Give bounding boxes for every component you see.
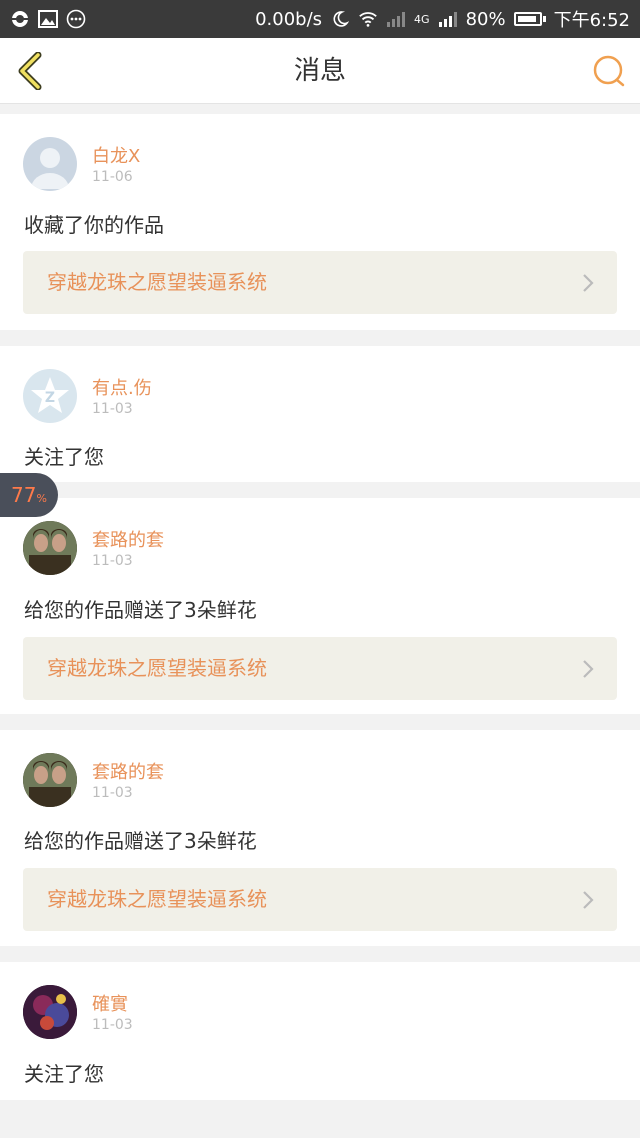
work-link[interactable]: 穿越龙珠之愿望装逼系统 bbox=[23, 637, 617, 700]
work-link[interactable]: 穿越龙珠之愿望装逼系统 bbox=[23, 868, 617, 931]
message-card[interactable]: 白龙X 11-06 收藏了你的作品 穿越龙珠之愿望装逼系统 bbox=[0, 114, 640, 330]
work-title: 穿越龙珠之愿望装逼系统 bbox=[47, 656, 267, 680]
message-date: 11-03 bbox=[92, 553, 133, 569]
page-title: 消息 bbox=[293, 56, 346, 86]
image-icon bbox=[38, 9, 58, 29]
user-name[interactable]: 套路的套 bbox=[92, 526, 164, 552]
message-card[interactable]: Z 有点.伤 11-03 关注了您 bbox=[0, 346, 640, 482]
user-name[interactable]: 白龙X bbox=[92, 142, 140, 168]
status-right: 0.00b/s 4G 80% 下午6:52 bbox=[255, 6, 630, 32]
battery-icon bbox=[513, 12, 546, 26]
user-name[interactable]: 套路的套 bbox=[92, 758, 164, 784]
signal-icon-sim1 bbox=[386, 9, 406, 29]
message-card[interactable]: 確實 11-03 关注了您 bbox=[0, 962, 640, 1100]
message-date: 11-03 bbox=[92, 785, 133, 801]
battery-percent: 80% bbox=[465, 8, 506, 30]
search-button[interactable] bbox=[592, 54, 626, 88]
work-title: 穿越龙珠之愿望装逼系统 bbox=[47, 270, 267, 294]
more-dots-icon bbox=[66, 9, 86, 29]
progress-unit: % bbox=[36, 492, 47, 505]
user-name[interactable]: 確實 bbox=[92, 990, 128, 1016]
app-notification-icon bbox=[10, 9, 30, 29]
floating-progress-badge[interactable]: 77% bbox=[0, 473, 58, 517]
message-text: 给您的作品赠送了3朵鲜花 bbox=[24, 598, 257, 622]
network-speed: 0.00b/s bbox=[255, 8, 323, 30]
anime-avatar[interactable] bbox=[23, 985, 77, 1039]
work-title: 穿越龙珠之愿望装逼系统 bbox=[47, 887, 267, 911]
status-left bbox=[10, 9, 86, 29]
photo-avatar[interactable] bbox=[23, 753, 77, 807]
work-link[interactable]: 穿越龙珠之愿望装逼系统 bbox=[23, 251, 617, 314]
message-text: 关注了您 bbox=[24, 445, 104, 469]
message-date: 11-03 bbox=[92, 1017, 133, 1033]
message-date: 11-06 bbox=[92, 169, 133, 185]
moon-icon bbox=[330, 9, 350, 29]
qzone-avatar[interactable]: Z bbox=[23, 369, 77, 423]
network-type: 4G bbox=[414, 12, 430, 26]
svg-text:Z: Z bbox=[45, 390, 55, 406]
chevron-right-icon bbox=[583, 660, 594, 678]
signal-icon bbox=[438, 9, 458, 29]
nav-bar: 消息 bbox=[0, 38, 640, 104]
clock: 下午6:52 bbox=[553, 10, 630, 31]
user-name[interactable]: 有点.伤 bbox=[92, 374, 152, 400]
message-text: 给您的作品赠送了3朵鲜花 bbox=[24, 829, 257, 853]
message-text: 收藏了你的作品 bbox=[24, 213, 164, 237]
message-card[interactable]: 套路的套 11-03 给您的作品赠送了3朵鲜花 穿越龙珠之愿望装逼系统 bbox=[0, 498, 640, 714]
status-bar: 0.00b/s 4G 80% 下午6:52 bbox=[0, 0, 640, 38]
progress-value: 77 bbox=[11, 483, 37, 507]
photo-avatar[interactable] bbox=[23, 521, 77, 575]
message-date: 11-03 bbox=[92, 401, 133, 417]
wifi-icon bbox=[358, 9, 378, 29]
message-card[interactable]: 套路的套 11-03 给您的作品赠送了3朵鲜花 穿越龙珠之愿望装逼系统 bbox=[0, 730, 640, 946]
message-text: 关注了您 bbox=[24, 1062, 104, 1086]
search-icon bbox=[593, 55, 625, 87]
default-avatar[interactable] bbox=[23, 137, 77, 191]
chevron-right-icon bbox=[583, 274, 594, 292]
chevron-right-icon bbox=[583, 891, 594, 909]
